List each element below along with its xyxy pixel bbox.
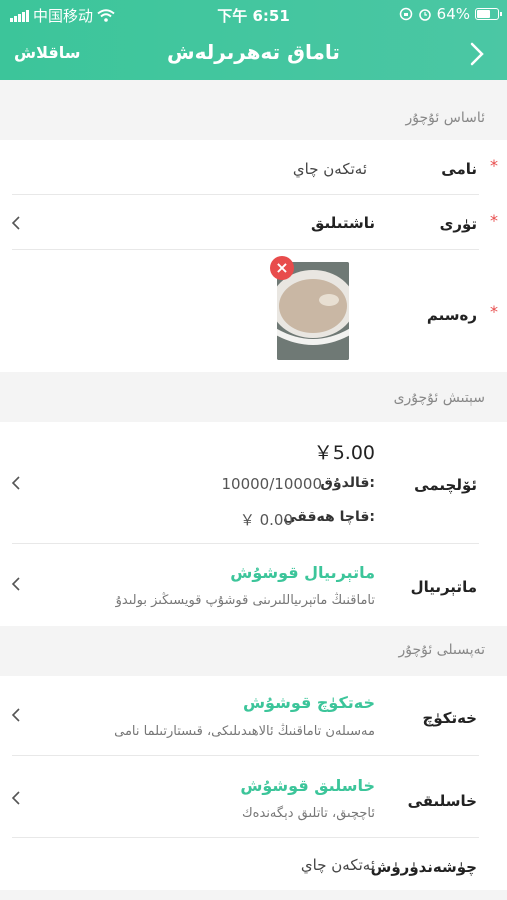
description-value[interactable]: ئەتكەن چاي [301,856,375,874]
feature-label: خەتكۈچ [422,709,477,727]
bottom-spacer [0,890,507,900]
add-feature-link[interactable]: خەتكۈچ قوشۇش [243,693,375,712]
stock-value: 10000/10000 [221,475,323,493]
description-label: چۈشەندۈرۈش [370,858,477,876]
status-right: 64% [399,5,502,23]
type-row[interactable]: * تۈرى ناشتىلىق [0,195,507,250]
feature-hint: مەسىلەن تاماقنىڭ ئالاھىدىلىكى، قىستارتىل… [114,724,375,739]
page-title: تاماق تەھرىرلەش [167,40,340,64]
battery-percent: 64% [436,5,470,23]
image-label: رەسىم [426,306,477,324]
name-row[interactable]: * نامى ئەتكەن چاي [0,140,507,195]
chevron-left-icon[interactable] [10,576,22,592]
material-hint: تاماقنىڭ ماتېرىياللىرىنى قوشۇپ قويسىڭىز … [115,593,375,608]
stock-label: قالدۇق: [320,475,375,491]
taste-hint: ئاچچىق، تاتلىق دېگەندەك [241,806,375,821]
box-price-label: قاچا ھەققى: [283,509,375,525]
required-mark: * [490,156,498,175]
required-mark: * [490,211,498,230]
material-label: ماتېرىيال [410,578,477,596]
price-value: ￥5.00 [313,442,375,464]
name-label: نامى [441,160,477,178]
app-header: 中国移动 下午 6:51 64% ساقلاش تاماق تەھرىرلەش [0,0,507,80]
add-taste-link[interactable]: خاسلىق قوشۇش [240,776,375,795]
rotation-lock-icon [399,7,412,21]
spec-row[interactable]: ئۆلچىمى ￥5.00 قالدۇق: 10000/10000 قاچا ھ… [0,422,507,544]
box-price-value: ￥ 0.00 [239,511,293,529]
chevron-right-icon[interactable] [465,41,489,67]
navbar: ساقلاش تاماق تەھرىرلەش [0,30,507,78]
description-row[interactable]: چۈشەندۈرۈش ئەتكەن چاي [0,838,507,890]
add-material-link[interactable]: ماتېرىيال قوشۇش [230,563,375,582]
chevron-left-icon[interactable] [10,790,22,806]
type-value: ناشتىلىق [310,214,375,232]
alarm-icon [418,9,431,21]
chevron-left-icon[interactable] [10,215,22,231]
battery-icon [475,8,502,20]
close-icon[interactable]: × [270,256,294,280]
section-header-detail: تەپسىلى ئۇچۇر [0,626,507,676]
taste-row[interactable]: خاسلىقى خاسلىق قوشۇش ئاچچىق، تاتلىق دېگە… [0,756,507,838]
image-row: * رەسىم [0,250,507,372]
material-row[interactable]: ماتېرىيال ماتېرىيال قوشۇش تاماقنىڭ ماتېر… [0,544,507,626]
section-header-sale: سېتىش ئۇچۇرى [0,372,507,422]
taste-label: خاسلىقى [407,792,477,810]
spec-label: ئۆلچىمى [414,476,477,494]
required-mark: * [490,302,498,321]
feature-row[interactable]: خەتكۈچ خەتكۈچ قوشۇش مەسىلەن تاماقنىڭ ئال… [0,676,507,756]
name-value[interactable]: ئەتكەن چاي [293,160,367,178]
section-header-basic: ئاساس ئۇچۇر [0,80,507,140]
type-label: تۈرى [439,215,477,233]
chevron-left-icon[interactable] [10,475,22,491]
status-bar: 中国移动 下午 6:51 64% [0,0,507,28]
chevron-left-icon[interactable] [10,707,22,723]
